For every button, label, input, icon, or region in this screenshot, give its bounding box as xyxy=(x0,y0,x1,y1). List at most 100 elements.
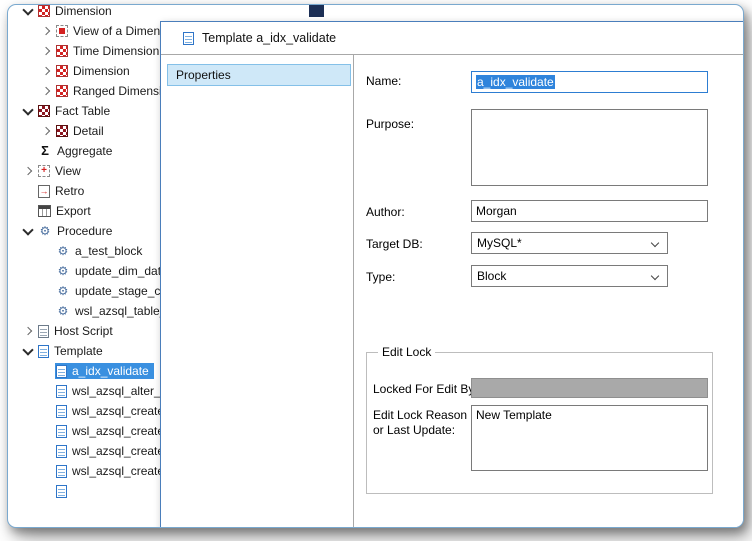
doc-blue-icon xyxy=(56,404,67,418)
dim-grid-icon xyxy=(56,85,68,97)
chevron-right-icon[interactable] xyxy=(38,22,55,40)
fact-grid-icon xyxy=(38,105,50,117)
template-properties-dialog: Template a_idx_validate Properties Name:… xyxy=(160,21,743,527)
chevron-right-icon[interactable] xyxy=(38,42,55,60)
purpose-textarea[interactable] xyxy=(471,109,708,186)
dialog-titlebar[interactable]: Template a_idx_validate xyxy=(161,22,743,54)
target-db-dropdown[interactable]: MySQL* xyxy=(471,232,668,254)
gear-icon: ⚙ xyxy=(57,304,69,318)
chevron-right-icon[interactable] xyxy=(20,162,37,180)
edit-lock-group-label: Edit Lock xyxy=(378,345,436,359)
doc-blue-icon xyxy=(38,344,49,358)
chevron-right-icon[interactable] xyxy=(38,122,55,140)
nav-item-properties[interactable]: Properties xyxy=(167,64,351,86)
doc-blue-icon xyxy=(56,484,67,498)
edit-lock-reason-label-line1: Edit Lock Reason xyxy=(373,408,468,422)
name-value-selected-text: a_idx_validate xyxy=(476,75,555,89)
chevron-down-icon[interactable] xyxy=(20,342,37,360)
chevron-down-icon[interactable] xyxy=(20,102,37,120)
tree-item-label: a_test_block xyxy=(75,244,143,258)
tree-item-label: Host Script xyxy=(54,324,113,338)
tree-item-label: Template xyxy=(54,344,103,358)
type-dropdown[interactable]: Block xyxy=(471,265,668,287)
tree-item-core: Detail xyxy=(55,123,109,139)
chevron-down-icon[interactable] xyxy=(20,222,37,240)
tree-item-core xyxy=(55,484,77,499)
target-db-label: Target DB: xyxy=(366,237,423,251)
locked-by-field xyxy=(471,378,708,398)
tree-item-label: a_idx_validate xyxy=(72,364,149,378)
dim-grid-icon xyxy=(56,65,68,77)
author-input[interactable]: Morgan xyxy=(471,200,708,222)
dialog-title: Template a_idx_validate xyxy=(202,31,337,45)
tree-item-label: Fact Table xyxy=(55,104,111,118)
chevron-down-icon[interactable] xyxy=(20,5,37,20)
gear-icon: ⚙ xyxy=(39,224,51,238)
type-label: Type: xyxy=(366,270,396,284)
type-value: Block xyxy=(477,269,507,283)
author-label: Author: xyxy=(366,205,405,219)
tree-item-core: Fact Table xyxy=(37,103,115,119)
dim-grid-icon xyxy=(56,45,68,57)
chevron-right-icon[interactable] xyxy=(20,322,37,340)
tree-item-core: ⚙ a_test_block xyxy=(55,243,147,259)
tree-item-core: Template xyxy=(37,343,108,359)
name-input[interactable]: a_idx_validate xyxy=(471,71,708,93)
tree-item-core: Host Script xyxy=(37,323,118,339)
tree-item-core: ⚙ Procedure xyxy=(37,223,117,239)
tree-item-core: → Retro xyxy=(37,183,89,199)
view-plus-icon: + xyxy=(38,165,50,177)
tree-item-core: Σ Aggregate xyxy=(37,143,117,159)
edit-lock-reason-textarea[interactable]: New Template xyxy=(471,405,708,471)
nav-form-divider xyxy=(353,55,354,527)
tree-item-core: Dimension xyxy=(55,63,135,79)
background-window-fragment xyxy=(309,5,324,17)
dim-grid-dashed-icon xyxy=(56,25,68,37)
tree-item-label: Dimension xyxy=(73,64,130,78)
template-icon xyxy=(183,31,194,45)
doc-blue-icon xyxy=(56,464,67,478)
chevron-down-icon xyxy=(647,266,663,286)
tree-item-label: Dimension xyxy=(55,4,112,18)
chevron-right-icon[interactable] xyxy=(38,82,55,100)
gear-icon: ⚙ xyxy=(57,284,69,298)
purpose-label: Purpose: xyxy=(366,117,415,131)
name-label: Name: xyxy=(366,74,402,88)
doc-blue-icon xyxy=(56,444,67,458)
tree-item-dimension[interactable]: Dimension xyxy=(20,4,350,21)
tree-item-label: Procedure xyxy=(57,224,113,238)
tree-item-label: Export xyxy=(56,204,91,218)
chevron-right-icon[interactable] xyxy=(38,62,55,80)
retro-arrow-icon: → xyxy=(38,184,50,198)
edit-lock-reason-label-line2: or Last Update: xyxy=(373,423,456,437)
gear-icon: ⚙ xyxy=(57,244,69,258)
gear-icon: ⚙ xyxy=(57,264,69,278)
tree-item-core: Export xyxy=(37,203,96,219)
dim-grid-icon xyxy=(38,5,50,17)
tree-item-label: Detail xyxy=(73,124,104,138)
tree-item-core: a_idx_validate xyxy=(55,363,154,379)
doc-gray-icon xyxy=(38,324,49,338)
target-db-value: MySQL* xyxy=(477,236,522,250)
export-table-icon xyxy=(38,205,51,217)
tree-item-core: Dimension xyxy=(37,4,117,19)
chevron-down-icon xyxy=(647,233,663,253)
tree-item-core: + View xyxy=(37,163,86,179)
tree-item-label: Retro xyxy=(55,184,85,198)
tree-item-core: Time Dimension xyxy=(55,43,164,59)
doc-blue-icon xyxy=(56,424,67,438)
dialog-title-separator xyxy=(161,54,743,55)
